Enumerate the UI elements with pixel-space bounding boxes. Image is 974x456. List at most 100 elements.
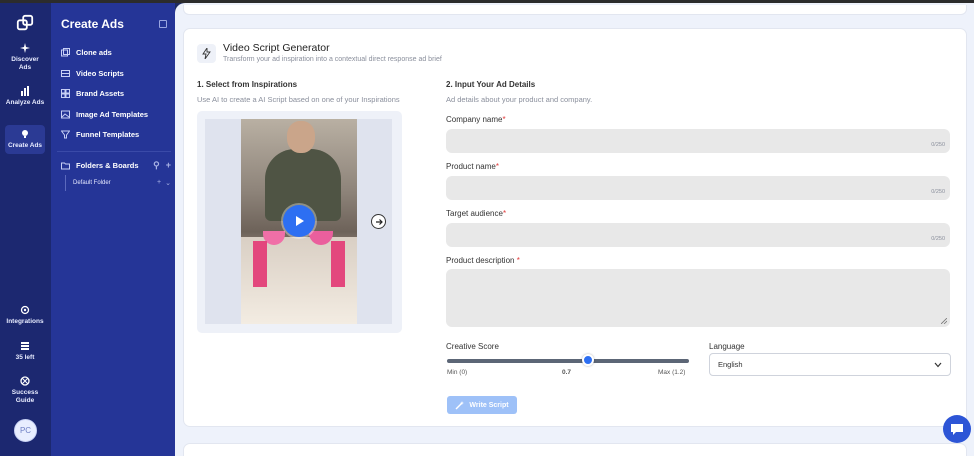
main-content: Video Script Generator Transform your ad… [175,3,974,456]
sidebar-item-label: Image Ad Templates [76,110,149,119]
lightbulb-icon [22,130,28,138]
rail-analyze-ads[interactable]: Analyze Ads [5,86,45,107]
product-description-label-text: Product description [446,256,517,265]
required-mark: * [502,115,506,124]
add-folder-icon[interactable]: + [166,160,171,171]
gear-icon [20,305,30,315]
sidebar-item-image-ad-templates[interactable]: Image Ad Templates [61,110,148,119]
rail-credits[interactable]: 35 left [5,341,45,362]
search-icon[interactable]: ⚲ [153,160,160,171]
app-logo-icon[interactable] [16,14,34,32]
funnel-icon [61,130,70,139]
section2-title: 2. Input Your Ad Details [446,80,536,89]
play-icon [296,216,304,226]
sidebar-item-video-scripts[interactable]: Video Scripts [61,69,124,78]
write-script-label: Write Script [469,401,509,409]
sparkle-icon [20,43,30,53]
generator-title: Video Script Generator [223,42,330,54]
company-name-label: Company name* [446,115,506,124]
default-folder-label: Default Folder [73,180,111,186]
target-audience-label: Target audience* [446,209,506,218]
sidebar-item-clone-ads[interactable]: Clone ads [61,48,112,57]
rail-label: 35 left [15,354,35,361]
collapse-sidebar-icon[interactable] [159,20,167,28]
required-mark: * [495,162,499,171]
sidebar-item-label: Brand Assets [76,89,125,98]
product-name-input[interactable]: 0/250 [446,176,950,200]
folder-actions: ⚲ + [153,160,171,171]
add-icon[interactable]: + [157,179,161,187]
creative-score-slider-thumb[interactable] [582,354,595,366]
sidebar-item-label: Video Scripts [76,69,124,78]
char-count: 0/250 [931,236,945,242]
rail-label: Integrations [6,318,44,325]
section2-subtitle: Ad details about your product and compan… [446,95,593,104]
film-icon [61,70,70,77]
video-script-generator-card: Video Script Generator Transform your ad… [183,28,967,427]
generator-subtitle: Transform your ad inspiration into a con… [223,56,442,63]
rail-label: Discover Ads [11,56,39,71]
arrow-right-icon [375,218,383,225]
chevron-down-icon[interactable]: ⌄ [165,179,171,187]
folders-label: Folders & Boards [76,161,139,170]
company-name-input[interactable]: 0/250 [446,129,950,153]
image-icon [61,110,70,119]
write-script-button[interactable]: Write Script [447,396,517,414]
sidebar-item-brand-assets[interactable]: Brand Assets [61,89,124,98]
target-audience-label-text: Target audience [446,209,503,218]
slider-value-label: 0.7 [562,369,572,376]
sidebar-divider [57,151,171,152]
language-selected: English [718,360,743,369]
sidebar-item-label: Clone ads [76,48,112,57]
slider-min-label: Min (0) [447,369,468,376]
char-count: 0/250 [931,189,945,195]
palette-icon [61,89,70,98]
wand-icon [455,400,465,409]
sidebar-item-label: Funnel Templates [76,130,140,139]
creative-score-slider-track[interactable] [447,359,689,363]
previous-card-edge [183,5,967,15]
rail-integrations[interactable]: Integrations [5,305,45,326]
section1-title: 1. Select from Inspirations [197,80,298,89]
product-description-label: Product description * [446,256,520,265]
company-name-label-text: Company name [446,115,503,124]
section1-subtitle: Use AI to create a AI Script based on on… [197,95,400,104]
play-button[interactable] [283,205,315,237]
rail-success-guide[interactable]: Success Guide [5,376,45,404]
rail-create-ads[interactable]: Create Ads [5,125,45,154]
next-card-edge [183,443,967,456]
slider-max-label: Max (1.2) [658,369,686,376]
resize-handle-icon[interactable] [941,318,947,324]
default-folder-actions: + ⌄ [157,179,171,187]
avatar[interactable]: PC [14,419,37,442]
lifebuoy-icon [20,376,30,386]
inspiration-frame [205,119,392,324]
video-scene-product-box [253,241,267,287]
lightning-icon [202,48,211,59]
next-inspiration-button[interactable] [371,214,386,229]
product-name-label: Product name* [446,162,499,171]
required-mark: * [502,209,507,218]
inspiration-video-thumbnail[interactable] [241,119,357,324]
chevron-down-icon [934,362,942,367]
folder-icon [61,162,70,170]
generator-icon [197,44,216,63]
required-mark: * [516,256,520,265]
product-name-label-text: Product name [446,162,496,171]
default-folder-item[interactable]: Default Folder + ⌄ [65,175,171,191]
rail-label: Success Guide [11,389,39,404]
sidebar-title: Create Ads [61,17,124,31]
inspiration-carousel [197,111,402,333]
language-select[interactable]: English [709,353,951,376]
icon-rail: Discover Ads Analyze Ads Create Ads Inte… [0,3,51,456]
rail-discover-ads[interactable]: Discover Ads [5,43,45,71]
rail-label: Create Ads [7,142,43,149]
char-count: 0/250 [931,142,945,148]
product-description-textarea[interactable] [446,269,950,327]
stack-icon [21,342,29,350]
target-audience-input[interactable]: 0/250 [446,223,950,247]
folders-boards-header[interactable]: Folders & Boards ⚲ + [61,160,171,171]
chat-support-button[interactable] [943,415,971,443]
bar-chart-icon [21,86,29,96]
sidebar-item-funnel-templates[interactable]: Funnel Templates [61,130,139,139]
